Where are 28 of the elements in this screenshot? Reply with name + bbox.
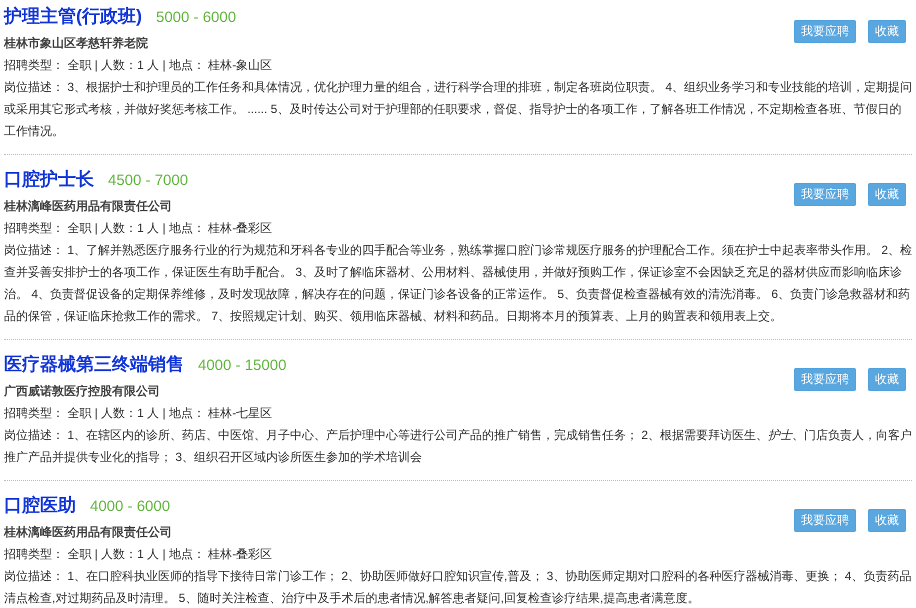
apply-button[interactable]: 我要应聘: [794, 20, 856, 43]
job-description: 岗位描述： 3、根据护士和护理员的工作任务和具体情况，优化护理力量的组合，进行科学合理的排班，制定各班岗位职责。 4、组织业务学习和专业技能的培训，定期提问或采用其它形式考核，并做好奖惩考核工作。 ...... 5、及时传达公司对于护理部的任职要求，督促、指导护士的各项工作，了解各班工作情况，不定期检查各班、节假日的工作情况。: [4, 79, 912, 140]
company-name: 桂林漓峰医药用品有限责任公司: [4, 524, 173, 541]
job-title[interactable]: 护理主管(行政班): [4, 4, 142, 28]
job-details: 招聘类型： 全职 | 人数：1 人 | 地点： 桂林-象山区: [4, 57, 274, 74]
job-title[interactable]: 口腔医助: [4, 493, 76, 517]
favorite-button[interactable]: 收藏: [868, 20, 906, 43]
favorite-button[interactable]: 收藏: [868, 183, 906, 206]
job-details: 招聘类型： 全职 | 人数：1 人 | 地点： 桂林-叠彩区: [4, 220, 274, 237]
salary-range: 4000 - 15000: [198, 357, 286, 374]
salary-range: 4000 - 6000: [90, 498, 170, 515]
job-description: 岗位描述： 1、在辖区内的诊所、药店、中医馆、月子中心、产后护理中心等进行公司产品的推广销售，完成销售任务； 2、根据需要拜访医生、护士、门店负责人，向客户推广产品并提供专业化的指导； 3、组织召开区域内诊所医生参加的学术培训会: [4, 427, 912, 466]
job-details: 招聘类型： 全职 | 人数：1 人 | 地点： 桂林-七星区: [4, 405, 274, 422]
job-details: 招聘类型： 全职 | 人数：1 人 | 地点： 桂林-叠彩区: [4, 546, 274, 563]
salary-range: 4500 - 7000: [108, 172, 188, 189]
apply-button[interactable]: 我要应聘: [794, 509, 856, 532]
favorite-button[interactable]: 收藏: [868, 368, 906, 391]
salary-range: 5000 - 6000: [156, 9, 236, 26]
company-name: 广西威诺敦医疗控股有限公司: [4, 383, 161, 400]
favorite-button[interactable]: 收藏: [868, 509, 906, 532]
job-title[interactable]: 口腔护士长: [4, 167, 94, 191]
job-description: 岗位描述： 1、在口腔科执业医师的指导下接待日常门诊工作； 2、协助医师做好口腔知识宣传,普及； 3、协助医师定期对口腔科的各种医疗器械消毒、更换； 4、负责药品清点检查,对过期药品及时清理。 5、随时关注检查、治疗中及手术后的患者情况,解答患者疑问,回复检查诊疗结果,提高患者满意度。: [4, 568, 912, 607]
job-description: 岗位描述： 1、了解并熟悉医疗服务行业的行为规范和牙科各专业的四手配合等业务，熟练掌握口腔门诊常规医疗服务的护理配合工作。须在护士中起表率带头作用。 2、检查并妥善安排护士的各项工作，保证医生有助手配合。 3、及时了解临床器材、公用材料、器械使用，并做好预购工作，保证诊室不会因缺乏充足的器材供应而影响临床诊治。 4、负责督促设备的定期保养维修，及时发现故障，解决存在的问题，保证门诊各设备的正常运作。 5、负责督促检查器械有效的清洗消毒。 6、负责门诊急救器材和药品的保管，保证临床抢救工作的需求。 7、按照规定计划、购买、领用临床器械、材料和药品。日期将本月的预算表、上月的购置表和领用表上交。: [4, 242, 912, 325]
apply-button[interactable]: 我要应聘: [794, 368, 856, 391]
company-name: 桂林市象山区孝慈轩养老院: [4, 35, 149, 52]
job-title[interactable]: 医疗器械第三终端销售: [4, 352, 184, 376]
company-name: 桂林漓峰医药用品有限责任公司: [4, 198, 173, 215]
apply-button[interactable]: 我要应聘: [794, 183, 856, 206]
